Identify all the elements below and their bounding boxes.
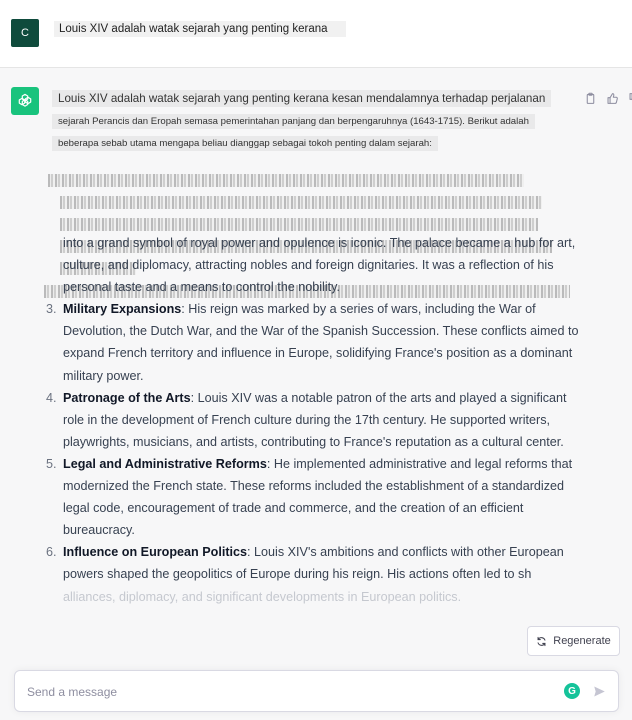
send-icon bbox=[593, 685, 605, 697]
list-item-text: : He implemented administrative and lega… bbox=[266, 456, 573, 471]
list-item-text: playwrights, musicians, and artists, con… bbox=[63, 434, 564, 449]
list-item-text: alliances, diplomacy, and significant de… bbox=[63, 589, 462, 604]
message-actions bbox=[582, 90, 632, 106]
list-item-text: expand French territory and influence in… bbox=[63, 346, 573, 361]
translated-intro-line-3: beberapa sebab utama mengapa beliau dian… bbox=[52, 136, 438, 151]
translated-intro-line-1: Louis XIV adalah watak sejarah yang pent… bbox=[52, 90, 552, 107]
list-number: 6. bbox=[46, 545, 57, 560]
message-input[interactable] bbox=[27, 681, 547, 703]
regenerate-button-overlay[interactable]: Regenerate bbox=[527, 626, 620, 656]
list-item-text: Devolution, the Dutch War, and the War o… bbox=[63, 324, 579, 339]
list-item: 3. Military Expansions: His reign was ma… bbox=[46, 298, 583, 386]
list-item-text: powers shaped the geopolitics of Europe … bbox=[63, 567, 532, 582]
translated-intro-line-2: sejarah Perancis dan Eropah semasa pemer… bbox=[52, 114, 535, 129]
list-item: 5. Legal and Administrative Reforms: He … bbox=[46, 453, 583, 541]
continuation-line: culture, and diplomacy, attracting noble… bbox=[63, 258, 554, 273]
thumbs-up-icon[interactable] bbox=[604, 90, 620, 106]
illegible-text-line bbox=[60, 218, 538, 231]
list-item-text: : His reign was marked by a series of wa… bbox=[181, 302, 536, 317]
list-item-text: role in the development of French cultur… bbox=[63, 412, 550, 427]
clipboard-icon[interactable] bbox=[582, 90, 598, 106]
list-item-text: bureaucracy. bbox=[63, 523, 135, 538]
user-avatar: C bbox=[11, 19, 39, 47]
list-item-text: : Louis XIV's ambitions and conflicts wi… bbox=[247, 545, 564, 560]
list-item-title: Military Expansions bbox=[63, 302, 182, 317]
grammarly-icon[interactable]: G bbox=[564, 683, 580, 699]
user-message-row: C Louis XIV adalah watak sejarah yang pe… bbox=[0, 0, 632, 68]
list-item: 6. Influence on European Politics: Louis… bbox=[46, 541, 583, 607]
list-number: 3. bbox=[46, 302, 57, 317]
refresh-icon bbox=[537, 636, 546, 646]
reasons-list: 3. Military Expansions: His reign was ma… bbox=[46, 298, 583, 607]
list-item-text: military power. bbox=[63, 368, 144, 383]
list-number: 5. bbox=[46, 456, 57, 471]
illegible-text-line bbox=[60, 196, 542, 209]
list-item-text: : Louis XIV was a notable patron of the … bbox=[190, 390, 567, 405]
continuation-line: personal taste and a means to control th… bbox=[63, 280, 340, 295]
user-message-text: Louis XIV adalah watak sejarah yang pent… bbox=[54, 21, 346, 37]
continuation-line: into a grand symbol of royal power and o… bbox=[63, 236, 576, 250]
list-item-text: legal code, encouragement of trade and c… bbox=[63, 501, 524, 516]
send-button[interactable] bbox=[591, 683, 607, 699]
list-item-text: modernized the French state. These refor… bbox=[63, 479, 564, 494]
list-item-title: Patronage of the Arts bbox=[63, 390, 191, 405]
assistant-response-text: into a grand symbol of royal power and o… bbox=[46, 232, 583, 608]
openai-logo-icon bbox=[11, 87, 39, 115]
illegible-text-line bbox=[48, 174, 524, 187]
list-item: 4. Patronage of the Arts: Louis XIV was … bbox=[46, 387, 583, 453]
regenerate-label: Regenerate bbox=[553, 635, 611, 647]
thumbs-down-icon[interactable] bbox=[626, 90, 632, 106]
list-item-title: Legal and Administrative Reforms bbox=[63, 456, 267, 471]
list-number: 4. bbox=[46, 390, 57, 405]
list-item-title: Influence on European Politics bbox=[63, 545, 248, 560]
message-composer: G bbox=[14, 670, 619, 712]
